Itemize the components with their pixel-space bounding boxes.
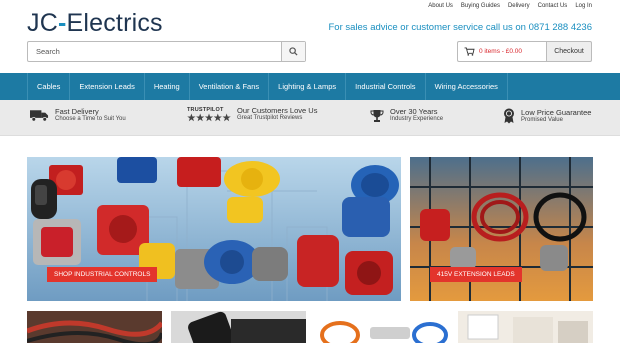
cart-items-text: 0 items - £0.00 xyxy=(479,48,522,55)
usp-subtitle: Promised Value xyxy=(521,116,563,123)
cart-icon xyxy=(464,47,475,56)
cart-summary[interactable]: 0 items - £0.00 xyxy=(457,41,546,62)
category-thumb-3-image xyxy=(315,311,450,343)
nav-item-industrial-controls[interactable]: Industrial Controls xyxy=(346,73,426,100)
extension-leads-415v-button[interactable]: 415V EXTENSION LEADS xyxy=(430,267,522,282)
search-icon xyxy=(289,47,298,56)
truck-icon xyxy=(30,110,49,122)
category-thumb-4-image xyxy=(458,311,593,343)
nav-item-wiring-accessories[interactable]: Wiring Accessories xyxy=(426,73,508,100)
banner-industrial-controls[interactable]: SHOP INDUSTRIAL CONTROLS xyxy=(27,157,401,301)
phone-number[interactable]: 0871 288 4236 xyxy=(529,22,592,33)
banner-415v-extension-leads[interactable]: 415V EXTENSION LEADS xyxy=(410,157,593,301)
link-log-in[interactable]: Log In xyxy=(575,3,592,9)
nav-item-heating[interactable]: Heating xyxy=(145,73,190,100)
link-delivery[interactable]: Delivery xyxy=(508,3,530,9)
usp-bar: Fast Delivery Choose a Time to Suit You … xyxy=(0,100,620,136)
award-badge-icon xyxy=(504,108,514,124)
usp-title: Fast Delivery xyxy=(55,107,99,116)
search-button[interactable] xyxy=(281,42,305,61)
category-thumb-3[interactable] xyxy=(315,311,450,343)
category-thumb-4[interactable] xyxy=(458,311,593,343)
usp-title: Our Customers Love Us xyxy=(237,106,318,115)
search-input[interactable] xyxy=(28,42,282,61)
usp-title: Over 30 Years xyxy=(390,107,438,116)
link-contact-us[interactable]: Contact Us xyxy=(538,3,568,9)
logo-jc: JC xyxy=(27,9,58,37)
nav-item-extension-leads[interactable]: Extension Leads xyxy=(70,73,145,100)
usp-subtitle: Great Trustpilot Reviews xyxy=(237,115,303,121)
category-thumb-1[interactable] xyxy=(27,311,162,343)
usp-fast-delivery: Fast Delivery Choose a Time to Suit You xyxy=(30,108,126,123)
logo-dash: - xyxy=(57,9,67,37)
main-nav: Cables Extension Leads Heating Ventilati… xyxy=(0,73,620,100)
usp-experience: Over 30 Years Industry Experience xyxy=(370,108,443,123)
top-links: About Us Buying Guides Delivery Contact … xyxy=(428,3,592,9)
usp-trustpilot[interactable]: TRUSTPILOT Our Customers Love Us Great T… xyxy=(187,107,317,122)
usp-price-guarantee: Low Price Guarantee Promised Value xyxy=(503,108,591,124)
usp-title: Low Price Guarantee xyxy=(521,107,592,117)
category-thumb-2-image xyxy=(171,311,306,343)
category-thumb-1-image xyxy=(27,311,162,343)
search-box xyxy=(27,41,306,62)
phone-text: For sales advice or customer service cal… xyxy=(328,22,526,33)
trophy-icon xyxy=(370,109,384,122)
page: JC-Electrics About Us Buying Guides Deli… xyxy=(0,0,620,343)
category-thumb-2[interactable] xyxy=(171,311,306,343)
logo-electrics: Electrics xyxy=(66,9,163,37)
nav-item-ventilation-fans[interactable]: Ventilation & Fans xyxy=(190,73,270,100)
star-rating-icon xyxy=(187,113,231,122)
checkout-button[interactable]: Checkout xyxy=(546,41,592,62)
link-about-us[interactable]: About Us xyxy=(428,3,453,9)
usp-subtitle: Choose a Time to Suit You xyxy=(55,116,126,122)
phone-line: For sales advice or customer service cal… xyxy=(328,22,592,33)
site-logo[interactable]: JC-Electrics xyxy=(27,9,163,38)
nav-item-cables[interactable]: Cables xyxy=(27,73,71,100)
usp-subtitle: Industry Experience xyxy=(390,116,444,122)
nav-item-lighting-lamps[interactable]: Lighting & Lamps xyxy=(269,73,347,100)
shop-industrial-controls-button[interactable]: SHOP INDUSTRIAL CONTROLS xyxy=(47,267,158,282)
link-buying-guides[interactable]: Buying Guides xyxy=(461,3,500,9)
